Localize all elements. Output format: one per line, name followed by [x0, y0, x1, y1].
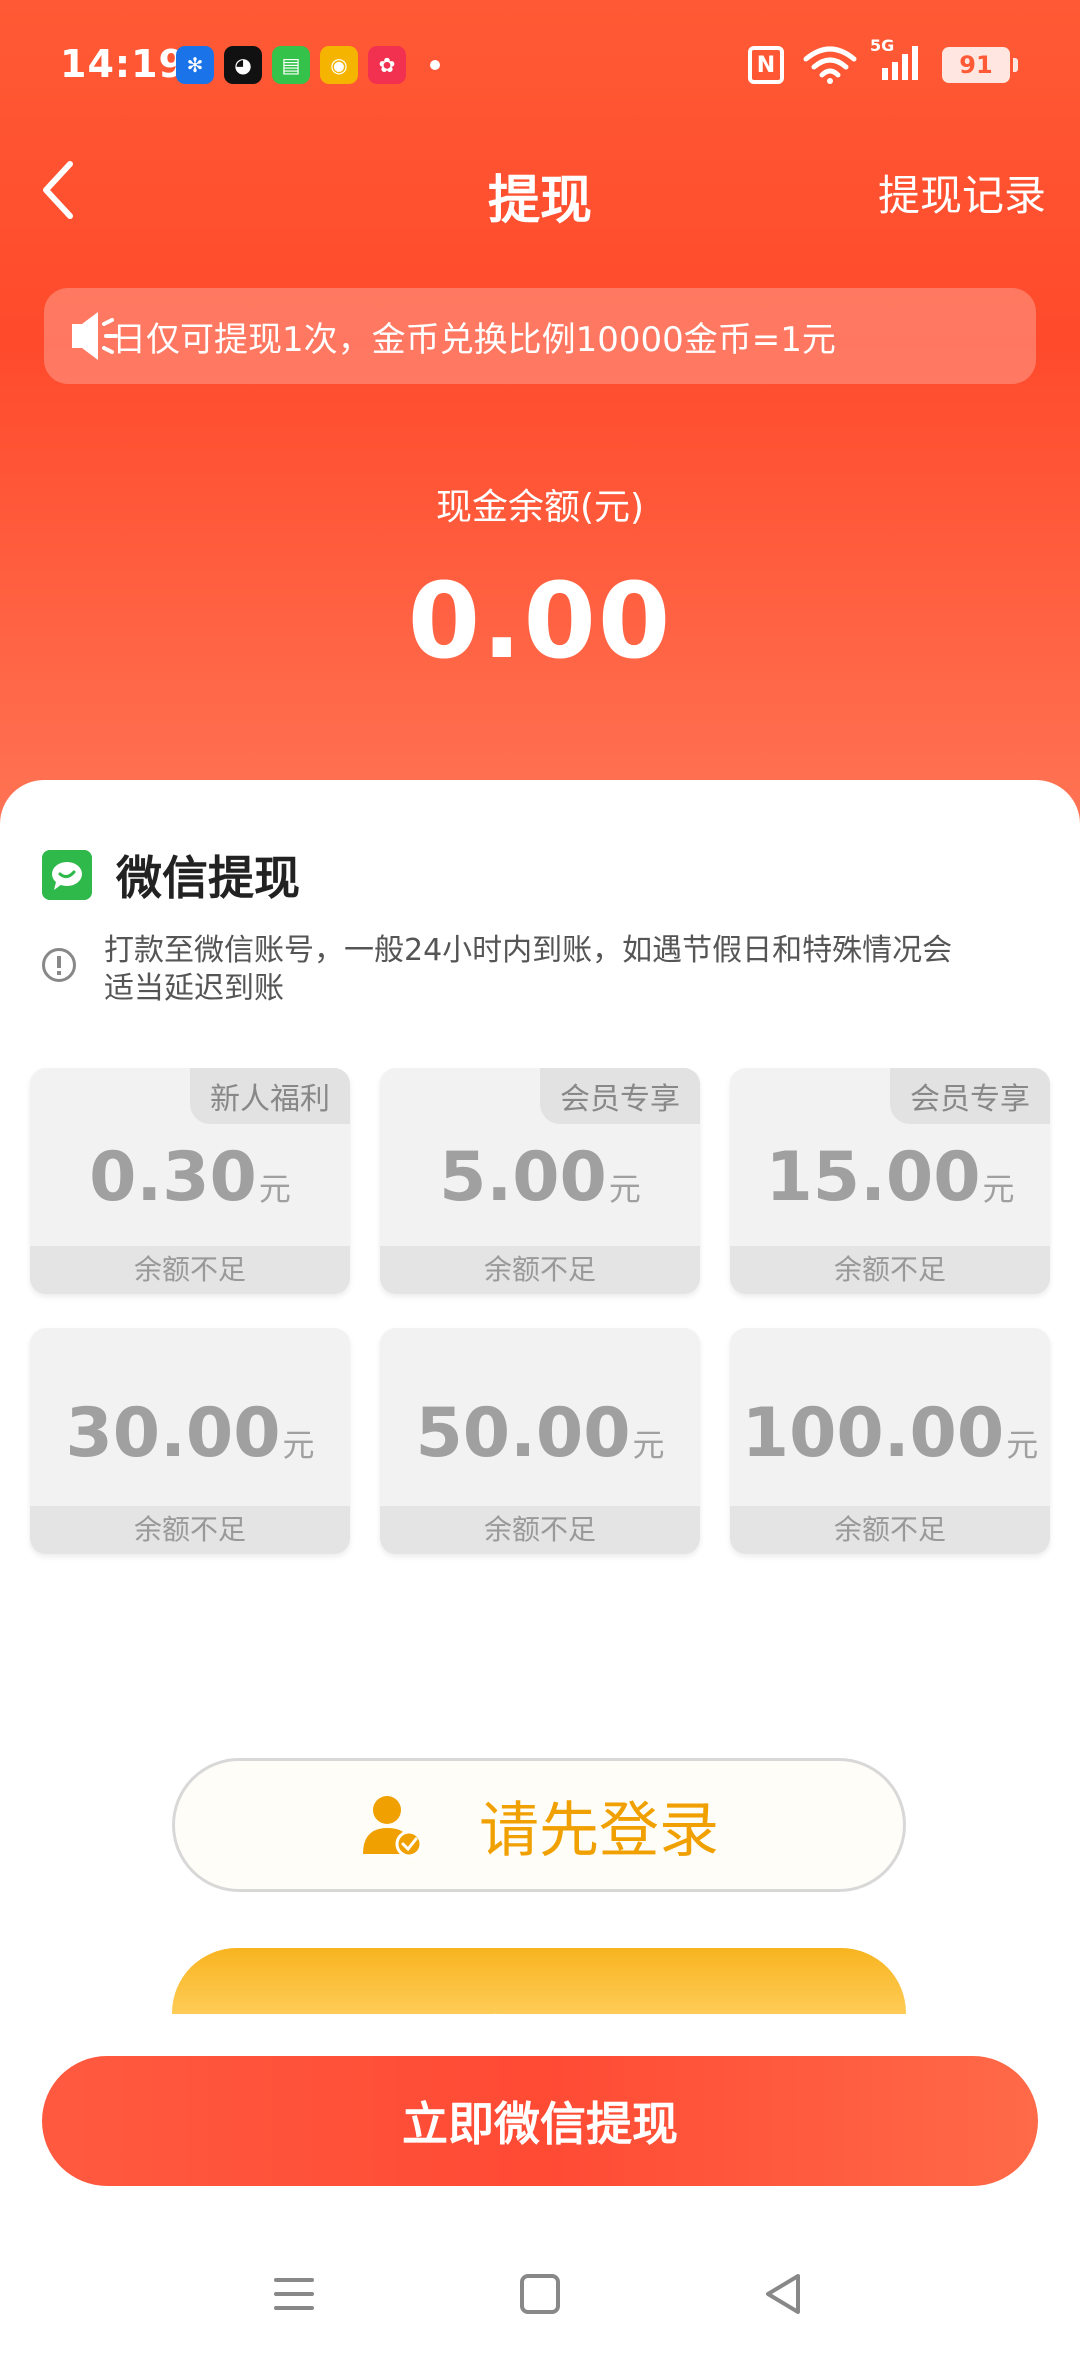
user-check-icon [363, 1796, 423, 1858]
system-nav-bar [0, 2224, 1080, 2362]
status-time: 14:19 [60, 42, 186, 86]
wechat-title: 微信提现 [116, 851, 300, 905]
info-text: 打款至微信账号，一般24小时内到账，如遇节假日和特殊情况会 适当延迟到账 [104, 932, 952, 1008]
option-amount-value: 30.00 [65, 1394, 281, 1473]
menu-icon[interactable] [266, 2266, 322, 2322]
info-row: 打款至微信账号，一般24小时内到账，如遇节假日和特殊情况会 适当延迟到账 [42, 932, 1022, 1008]
battery-level: 91 [959, 51, 993, 79]
option-amount-unit: 元 [608, 1170, 641, 1208]
option-amount-value: 50.00 [415, 1394, 631, 1473]
home-icon[interactable] [512, 2266, 568, 2322]
option-amount-value: 0.30 [89, 1138, 257, 1217]
option-amount: 15.00元 [730, 1138, 1050, 1217]
wechat-withdraw-button[interactable]: 立即微信提现 [42, 2056, 1038, 2186]
option-amount: 30.00元 [30, 1394, 350, 1473]
network-type-label: 5G [870, 36, 895, 55]
pinduoduo-icon: ✿ [368, 46, 406, 84]
amount-option-5.00[interactable]: 会员专享 5.00元 余额不足 [380, 1068, 700, 1294]
notice-text: 日仅可提现1次，金币兑换比例10000金币=1元 [112, 319, 836, 360]
login-label: 请先登录 [479, 1795, 719, 1866]
weibo-icon: ◉ [320, 46, 358, 84]
option-tag: 新人福利 [190, 1068, 350, 1124]
amount-option-15.00[interactable]: 会员专享 15.00元 余额不足 [730, 1068, 1050, 1294]
balance-label: 现金余额(元) [435, 487, 645, 528]
balance-value: 0.00 [407, 560, 673, 682]
speaker-icon [72, 312, 118, 360]
login-first-button[interactable]: 请先登录 [172, 1758, 906, 1892]
amount-option-100.00[interactable]: 100.00元 余额不足 [730, 1328, 1050, 1554]
amount-grid: 新人福利 0.30元 余额不足 会员专享 5.00元 余额不足 会员专享 15.… [30, 1068, 1050, 1554]
fan-app-icon: ✻ [176, 46, 214, 84]
info-text-line: 适当延迟到账 [104, 971, 284, 1006]
option-tag: 会员专享 [540, 1068, 700, 1124]
option-status: 余额不足 [380, 1506, 700, 1554]
option-amount: 0.30元 [30, 1138, 350, 1217]
wechat-header: 微信提现 [42, 842, 300, 908]
option-amount: 5.00元 [380, 1138, 700, 1217]
back-triangle-icon[interactable] [756, 2266, 812, 2322]
cellular-signal-icon: 5G [870, 36, 924, 86]
option-amount: 50.00元 [380, 1394, 700, 1473]
wechat-icon [42, 850, 92, 900]
qq-icon: ◕ [224, 46, 262, 84]
option-amount-value: 15.00 [765, 1138, 981, 1217]
notice-banner: 日仅可提现1次，金币兑换比例10000金币=1元 [44, 288, 1036, 384]
option-amount-unit: 元 [258, 1170, 291, 1208]
option-amount-unit: 元 [1006, 1426, 1039, 1464]
option-amount-value: 100.00 [741, 1394, 1005, 1473]
nfc-icon: N [748, 46, 784, 84]
battery-icon: 91 [942, 47, 1018, 83]
wifi-icon [803, 46, 857, 84]
info-text-line: 打款至微信账号，一般24小时内到账，如遇节假日和特殊情况会 [104, 933, 953, 968]
amount-option-50.00[interactable]: 50.00元 余额不足 [380, 1328, 700, 1554]
option-status: 余额不足 [30, 1506, 350, 1554]
option-amount-unit: 元 [982, 1170, 1015, 1208]
amount-option-30.00[interactable]: 30.00元 余额不足 [30, 1328, 350, 1554]
option-amount-unit: 元 [282, 1426, 315, 1464]
option-status: 余额不足 [30, 1246, 350, 1294]
status-right: N 5G 91 [748, 36, 1018, 86]
message-icon: ▤ [272, 46, 310, 84]
amount-option-0.30[interactable]: 新人福利 0.30元 余额不足 [30, 1068, 350, 1294]
status-bar: 14:19 ✻ ◕ ▤ ◉ ✿ N 5G 91 [0, 0, 1080, 130]
option-amount-value: 5.00 [439, 1138, 607, 1217]
withdraw-card: 微信提现 打款至微信账号，一般24小时内到账，如遇节假日和特殊情况会 适当延迟到… [0, 780, 1080, 2078]
option-status: 余额不足 [730, 1506, 1050, 1554]
option-amount: 100.00元 [730, 1394, 1050, 1473]
option-amount-unit: 元 [632, 1426, 665, 1464]
withdraw-records-link[interactable]: 提现记录 [878, 162, 1046, 223]
notification-icons: ✻ ◕ ▤ ◉ ✿ [176, 46, 440, 84]
more-notifications-dot [430, 60, 440, 70]
option-status: 余额不足 [730, 1246, 1050, 1294]
option-status: 余额不足 [380, 1246, 700, 1294]
option-tag: 会员专享 [890, 1068, 1050, 1124]
bottom-action-bar: 立即微信提现 [0, 2014, 1080, 2224]
info-icon [42, 948, 76, 982]
